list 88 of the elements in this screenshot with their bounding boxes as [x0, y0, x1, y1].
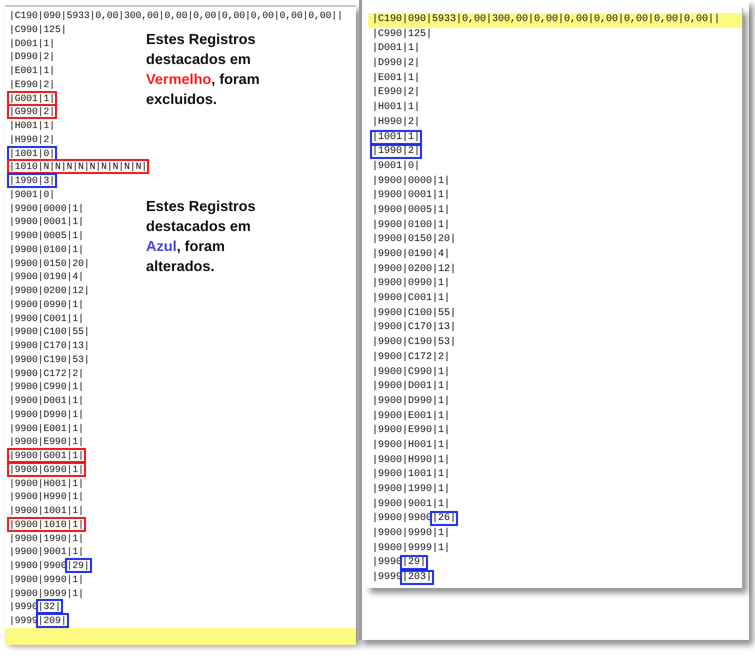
- marked-code-text: |1001|0|: [9, 148, 56, 158]
- code-text: |9900|H990|1|: [9, 491, 84, 502]
- code-text: |9900|C990|1|: [372, 366, 450, 378]
- marked-code-text: |1990|2|: [372, 146, 420, 158]
- marked-code-text: |9900|G990|1|: [9, 464, 84, 475]
- annotation-note: Estes Registros destacados em Azul, foram alterados.: [146, 198, 257, 277]
- code-text: |9900|C170|13|: [9, 340, 90, 351]
- marked-code-text: |203|: [402, 572, 432, 584]
- code-text: |9900|0001|1|: [372, 190, 450, 202]
- code-text: |9900|C190|53|: [9, 354, 90, 365]
- code-text: |9900|9001|1|: [372, 498, 450, 510]
- code-text: |C990|125|: [9, 24, 67, 35]
- code-text: |9900|9990|1|: [9, 574, 84, 585]
- code-text: |9900|C100|55|: [9, 326, 90, 338]
- code-text: |E001|1|: [9, 65, 56, 76]
- code-text: |9900|C100|55|: [372, 308, 456, 319]
- code-text: |9900|0990|1|: [372, 278, 450, 290]
- code-text: |9900|1001|1|: [372, 469, 450, 480]
- marked-code-text: |1990|3|: [9, 175, 56, 186]
- marked-code-text: |1001|1|: [372, 132, 420, 142]
- code-text: |9900|1001|1|: [9, 505, 84, 516]
- code-text: |9900|0190|4|: [372, 249, 450, 260]
- code-text: |9001|0|: [372, 160, 420, 172]
- annotation-note: Estes Registros destacados em Vermelho, foram excluidos.: [146, 31, 261, 110]
- code-text: |9900|C170|13|: [372, 322, 456, 334]
- code-text: |9900|0000|1|: [372, 176, 450, 187]
- code-text: |H001|1|: [372, 102, 420, 114]
- code-text: |9900|0001|1|: [9, 216, 84, 228]
- code-text: |C190|090|5933|0,00|300,00|0,00|0,00|0,00|0,00|0,00|0,00||: [372, 14, 720, 25]
- code-text: |E990|2|: [372, 87, 420, 98]
- marked-code-text: |9900|G001|1|: [9, 450, 84, 461]
- code-text: |9900|9990|1|: [372, 528, 450, 540]
- code-text: |9900|0150|20|: [9, 258, 90, 268]
- code-text: |9900|D001|1|: [372, 381, 450, 392]
- code-text: |9900|D001|1|: [9, 395, 84, 406]
- code-text: |9900|C001|1|: [372, 293, 450, 304]
- code-text: |9900|0000|1|: [9, 202, 84, 214]
- code-text: |9900|E990|1|: [9, 436, 84, 448]
- code-text: |9900|H001|1|: [9, 478, 84, 488]
- code-text: |9900|0005|1|: [372, 204, 450, 216]
- code-text: |9900|D990|1|: [372, 396, 450, 407]
- code-text: |9900|0150|20|: [372, 234, 456, 246]
- code-text: |H990|2|: [372, 116, 420, 128]
- code-text: |9900|0200|12|: [9, 285, 90, 296]
- code-text: |D001|1|: [9, 38, 56, 48]
- code-text: |9900|9001|1|: [9, 546, 84, 558]
- code-text: |D990|2|: [372, 58, 420, 70]
- marked-code-text: |29|: [66, 560, 90, 571]
- marked-code-text: |29|: [402, 557, 426, 568]
- code-text: |9900|E990|1|: [372, 425, 450, 436]
- code-text: |9900|C172|2|: [9, 368, 84, 378]
- marked-code-text: |32|: [38, 601, 61, 612]
- code-text: |9900|1990|1|: [372, 484, 450, 495]
- code-text: |D990|2|: [9, 51, 56, 62]
- marked-code-text: |G990|2|: [9, 106, 56, 118]
- code-text: |D001|1|: [372, 43, 420, 54]
- code-text: |9900|D990|1|: [9, 408, 84, 420]
- code-text: |9900|1990|1|: [9, 532, 84, 544]
- code-text: |9900|H990|1|: [372, 454, 450, 466]
- marked-code-text: |9900|1010|1|: [9, 518, 84, 530]
- code-text: |9900|H001|1|: [372, 440, 450, 451]
- code-text: |9900|C990|1|: [9, 381, 84, 392]
- code-text: |9900|0100|1|: [372, 220, 450, 231]
- code-text: |E990|2|: [9, 78, 56, 90]
- code-text: |9900|E001|1|: [372, 410, 450, 422]
- code-text: |9900|9900: [372, 513, 432, 524]
- code-text: |9900|0005|1|: [9, 230, 84, 241]
- code-text: |9900|0990|1|: [9, 298, 84, 310]
- code-text: |9900|C190|53|: [372, 337, 456, 348]
- code-text: |9900|0190|4|: [9, 271, 84, 282]
- code-text: |9900|0100|1|: [9, 244, 84, 255]
- code-text: |9900|C001|1|: [9, 312, 84, 324]
- code-text: |H990|2|: [9, 134, 56, 145]
- code-text: |9900|9900: [9, 560, 67, 571]
- marked-code-text: |G001|1|: [9, 92, 56, 104]
- code-text: |C990|125|: [372, 28, 432, 40]
- code-text: |9900|9999|1|: [9, 588, 84, 598]
- marked-code-text: |209|: [38, 615, 67, 626]
- code-text: |H001|1|: [9, 120, 56, 131]
- code-text: |E001|1|: [372, 72, 420, 84]
- code-text: |9001|0|: [9, 188, 56, 200]
- code-text: |9900|C172|2|: [372, 352, 450, 363]
- code-text: |9900|E001|1|: [9, 422, 84, 434]
- marked-code-text: |1010|N|N|N|N|N|N|N|N|N|: [9, 161, 148, 172]
- code-text: |C190|090|5933|0,00|300,00|0,00|0,00|0,00|0,00|0,00|0,00||: [9, 10, 343, 21]
- marked-code-text: |26|: [432, 513, 456, 524]
- code-text: |9900|0200|12|: [372, 264, 456, 275]
- code-text: |9900|9999|1|: [372, 542, 450, 554]
